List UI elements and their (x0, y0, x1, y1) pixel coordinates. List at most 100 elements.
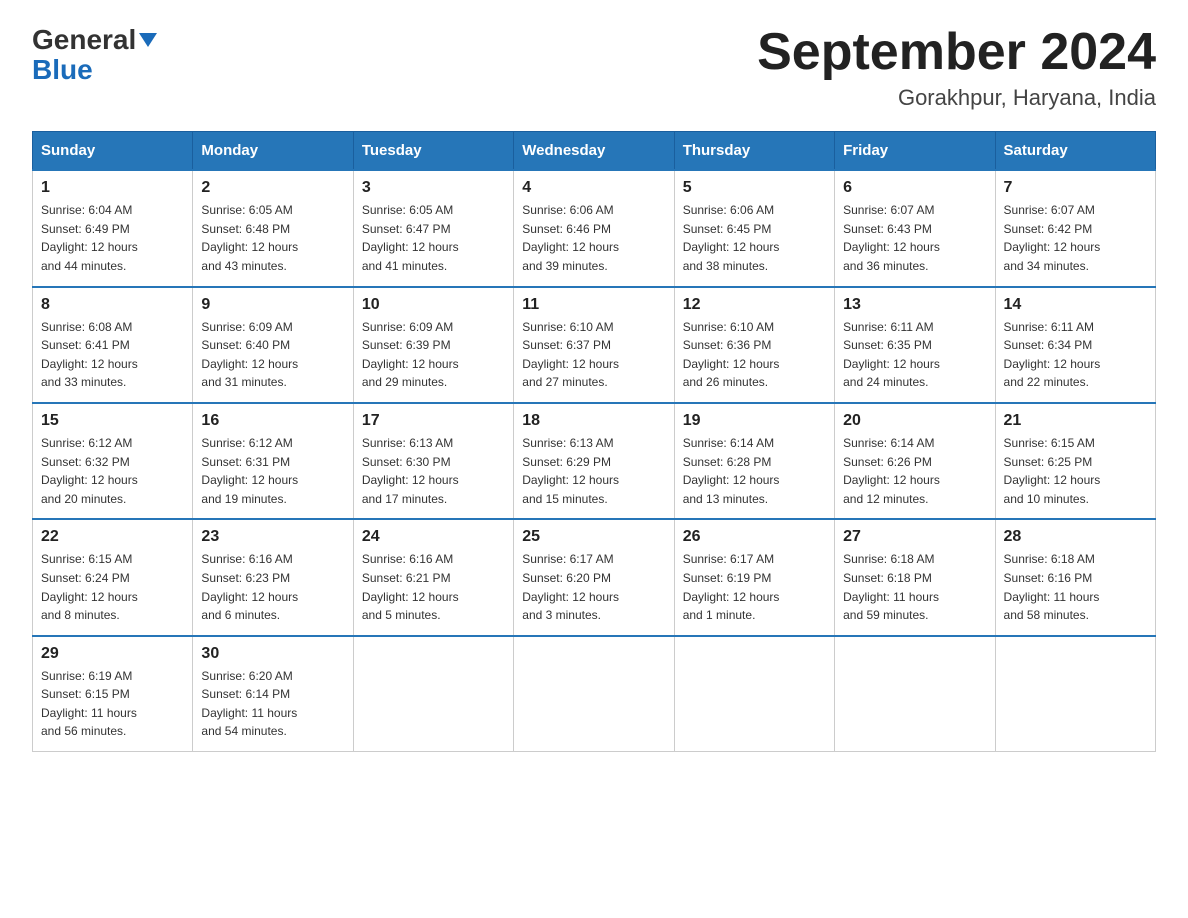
day-info: Sunrise: 6:17 AMSunset: 6:20 PMDaylight:… (522, 552, 619, 622)
day-number: 19 (683, 412, 826, 430)
day-info: Sunrise: 6:18 AMSunset: 6:16 PMDaylight:… (1004, 552, 1100, 622)
table-row: 3 Sunrise: 6:05 AMSunset: 6:47 PMDayligh… (353, 170, 513, 286)
table-row: 23 Sunrise: 6:16 AMSunset: 6:23 PMDaylig… (193, 519, 353, 635)
day-info: Sunrise: 6:13 AMSunset: 6:29 PMDaylight:… (522, 436, 619, 506)
day-info: Sunrise: 6:11 AMSunset: 6:34 PMDaylight:… (1004, 320, 1101, 390)
day-info: Sunrise: 6:05 AMSunset: 6:47 PMDaylight:… (362, 203, 459, 273)
calendar-week-row: 22 Sunrise: 6:15 AMSunset: 6:24 PMDaylig… (33, 519, 1156, 635)
day-number: 12 (683, 296, 826, 314)
table-row: 11 Sunrise: 6:10 AMSunset: 6:37 PMDaylig… (514, 287, 674, 403)
calendar-week-row: 1 Sunrise: 6:04 AMSunset: 6:49 PMDayligh… (33, 170, 1156, 286)
col-thursday: Thursday (674, 132, 834, 171)
col-tuesday: Tuesday (353, 132, 513, 171)
day-number: 9 (201, 296, 344, 314)
day-info: Sunrise: 6:13 AMSunset: 6:30 PMDaylight:… (362, 436, 459, 506)
logo: General Blue (32, 24, 157, 86)
day-info: Sunrise: 6:04 AMSunset: 6:49 PMDaylight:… (41, 203, 138, 273)
day-info: Sunrise: 6:16 AMSunset: 6:21 PMDaylight:… (362, 552, 459, 622)
table-row: 30 Sunrise: 6:20 AMSunset: 6:14 PMDaylig… (193, 636, 353, 752)
day-number: 7 (1004, 179, 1147, 197)
logo-blue: Blue (32, 54, 93, 85)
table-row: 10 Sunrise: 6:09 AMSunset: 6:39 PMDaylig… (353, 287, 513, 403)
table-row (674, 636, 834, 752)
day-number: 21 (1004, 412, 1147, 430)
day-info: Sunrise: 6:12 AMSunset: 6:32 PMDaylight:… (41, 436, 138, 506)
day-number: 15 (41, 412, 184, 430)
day-number: 5 (683, 179, 826, 197)
table-row: 1 Sunrise: 6:04 AMSunset: 6:49 PMDayligh… (33, 170, 193, 286)
day-number: 29 (41, 645, 184, 663)
table-row: 6 Sunrise: 6:07 AMSunset: 6:43 PMDayligh… (835, 170, 995, 286)
day-info: Sunrise: 6:15 AMSunset: 6:25 PMDaylight:… (1004, 436, 1101, 506)
day-info: Sunrise: 6:10 AMSunset: 6:36 PMDaylight:… (683, 320, 780, 390)
day-number: 11 (522, 296, 665, 314)
table-row: 26 Sunrise: 6:17 AMSunset: 6:19 PMDaylig… (674, 519, 834, 635)
day-number: 16 (201, 412, 344, 430)
day-number: 13 (843, 296, 986, 314)
table-row: 22 Sunrise: 6:15 AMSunset: 6:24 PMDaylig… (33, 519, 193, 635)
day-info: Sunrise: 6:07 AMSunset: 6:42 PMDaylight:… (1004, 203, 1101, 273)
table-row: 13 Sunrise: 6:11 AMSunset: 6:35 PMDaylig… (835, 287, 995, 403)
day-info: Sunrise: 6:14 AMSunset: 6:26 PMDaylight:… (843, 436, 940, 506)
table-row: 18 Sunrise: 6:13 AMSunset: 6:29 PMDaylig… (514, 403, 674, 519)
day-number: 4 (522, 179, 665, 197)
table-row: 17 Sunrise: 6:13 AMSunset: 6:30 PMDaylig… (353, 403, 513, 519)
day-number: 30 (201, 645, 344, 663)
table-row (995, 636, 1155, 752)
calendar-table: Sunday Monday Tuesday Wednesday Thursday… (32, 131, 1156, 752)
table-row: 9 Sunrise: 6:09 AMSunset: 6:40 PMDayligh… (193, 287, 353, 403)
day-number: 23 (201, 528, 344, 546)
day-info: Sunrise: 6:16 AMSunset: 6:23 PMDaylight:… (201, 552, 298, 622)
calendar-header-row: Sunday Monday Tuesday Wednesday Thursday… (33, 132, 1156, 171)
table-row: 14 Sunrise: 6:11 AMSunset: 6:34 PMDaylig… (995, 287, 1155, 403)
table-row: 12 Sunrise: 6:10 AMSunset: 6:36 PMDaylig… (674, 287, 834, 403)
day-number: 24 (362, 528, 505, 546)
calendar-week-row: 15 Sunrise: 6:12 AMSunset: 6:32 PMDaylig… (33, 403, 1156, 519)
day-number: 18 (522, 412, 665, 430)
day-number: 8 (41, 296, 184, 314)
logo-triangle-icon (139, 33, 157, 47)
day-info: Sunrise: 6:20 AMSunset: 6:14 PMDaylight:… (201, 669, 297, 739)
day-number: 27 (843, 528, 986, 546)
day-info: Sunrise: 6:09 AMSunset: 6:39 PMDaylight:… (362, 320, 459, 390)
day-number: 1 (41, 179, 184, 197)
day-info: Sunrise: 6:10 AMSunset: 6:37 PMDaylight:… (522, 320, 619, 390)
table-row (353, 636, 513, 752)
table-row: 4 Sunrise: 6:06 AMSunset: 6:46 PMDayligh… (514, 170, 674, 286)
day-info: Sunrise: 6:07 AMSunset: 6:43 PMDaylight:… (843, 203, 940, 273)
day-number: 10 (362, 296, 505, 314)
col-monday: Monday (193, 132, 353, 171)
table-row: 5 Sunrise: 6:06 AMSunset: 6:45 PMDayligh… (674, 170, 834, 286)
table-row (835, 636, 995, 752)
calendar-week-row: 29 Sunrise: 6:19 AMSunset: 6:15 PMDaylig… (33, 636, 1156, 752)
page-header: General Blue September 2024 Gorakhpur, H… (32, 24, 1156, 111)
table-row: 8 Sunrise: 6:08 AMSunset: 6:41 PMDayligh… (33, 287, 193, 403)
table-row: 15 Sunrise: 6:12 AMSunset: 6:32 PMDaylig… (33, 403, 193, 519)
day-number: 20 (843, 412, 986, 430)
logo-general: General (32, 24, 136, 55)
day-info: Sunrise: 6:18 AMSunset: 6:18 PMDaylight:… (843, 552, 939, 622)
day-number: 2 (201, 179, 344, 197)
day-number: 6 (843, 179, 986, 197)
day-info: Sunrise: 6:08 AMSunset: 6:41 PMDaylight:… (41, 320, 138, 390)
table-row: 29 Sunrise: 6:19 AMSunset: 6:15 PMDaylig… (33, 636, 193, 752)
title-area: September 2024 Gorakhpur, Haryana, India (757, 24, 1156, 111)
table-row: 28 Sunrise: 6:18 AMSunset: 6:16 PMDaylig… (995, 519, 1155, 635)
calendar-title: September 2024 (757, 24, 1156, 81)
col-saturday: Saturday (995, 132, 1155, 171)
day-number: 17 (362, 412, 505, 430)
day-number: 28 (1004, 528, 1147, 546)
day-info: Sunrise: 6:05 AMSunset: 6:48 PMDaylight:… (201, 203, 298, 273)
table-row: 20 Sunrise: 6:14 AMSunset: 6:26 PMDaylig… (835, 403, 995, 519)
day-info: Sunrise: 6:15 AMSunset: 6:24 PMDaylight:… (41, 552, 138, 622)
day-number: 14 (1004, 296, 1147, 314)
table-row: 16 Sunrise: 6:12 AMSunset: 6:31 PMDaylig… (193, 403, 353, 519)
calendar-week-row: 8 Sunrise: 6:08 AMSunset: 6:41 PMDayligh… (33, 287, 1156, 403)
day-number: 3 (362, 179, 505, 197)
col-sunday: Sunday (33, 132, 193, 171)
day-info: Sunrise: 6:17 AMSunset: 6:19 PMDaylight:… (683, 552, 780, 622)
day-number: 26 (683, 528, 826, 546)
table-row (514, 636, 674, 752)
day-info: Sunrise: 6:14 AMSunset: 6:28 PMDaylight:… (683, 436, 780, 506)
calendar-subtitle: Gorakhpur, Haryana, India (757, 85, 1156, 111)
